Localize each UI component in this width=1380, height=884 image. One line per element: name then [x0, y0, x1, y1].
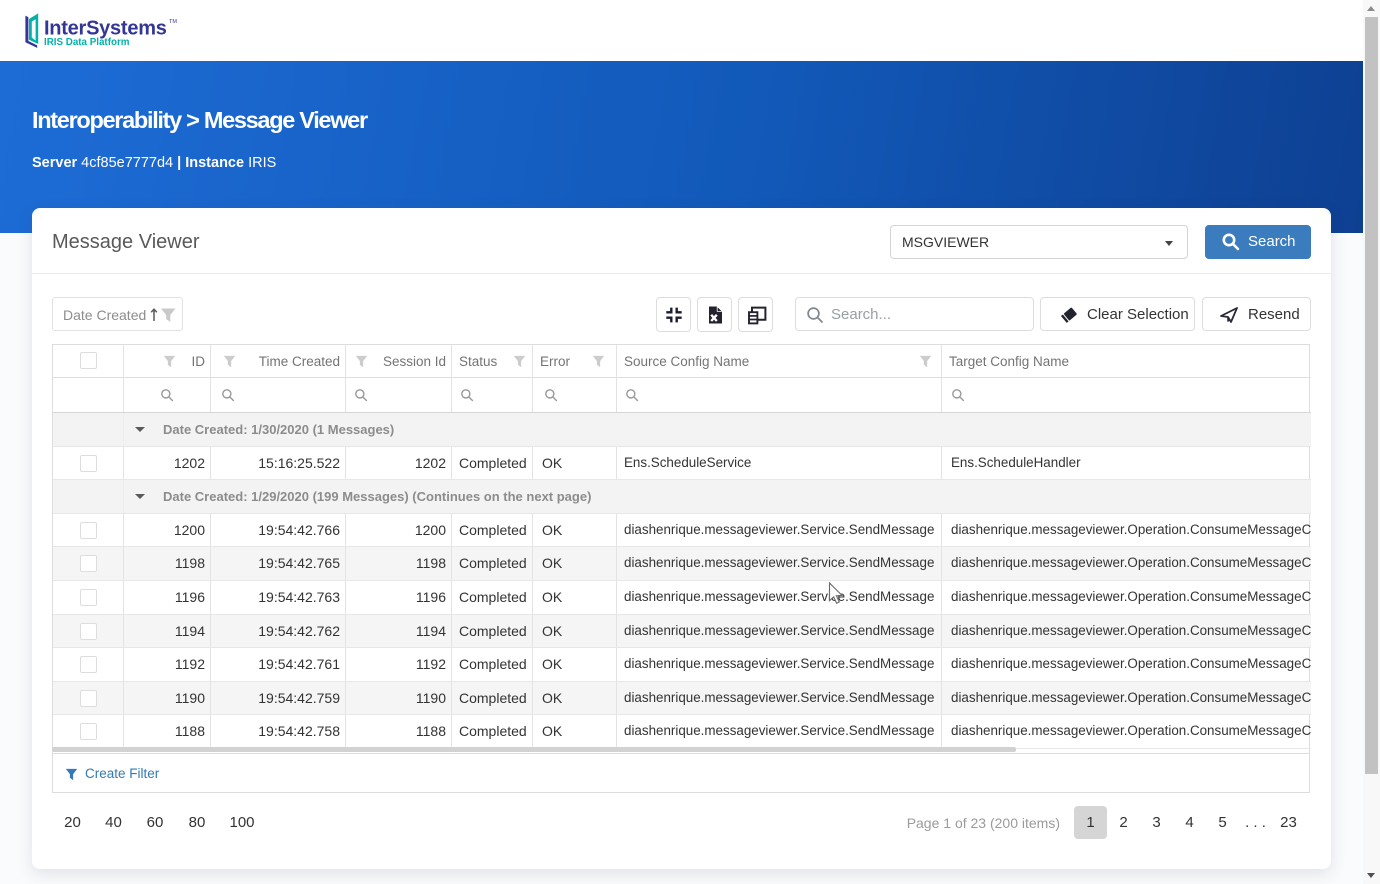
svg-text:IRIS Data Platform: IRIS Data Platform [44, 37, 130, 48]
svg-text:TM: TM [169, 19, 177, 25]
